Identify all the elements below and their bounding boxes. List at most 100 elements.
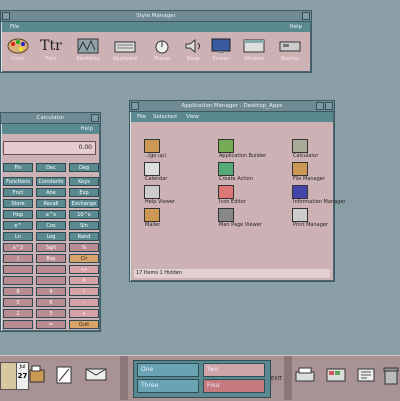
menu-selected[interactable]: Selected: [153, 112, 177, 122]
calc-key-13-1[interactable]: =: [36, 320, 66, 329]
calc-key-5-1[interactable]: Log: [36, 232, 66, 241]
style-keyboard-button[interactable]: Keyboard: [110, 38, 140, 72]
minimize-button[interactable]: [316, 102, 324, 110]
calc-key-7-2[interactable]: Clr: [69, 254, 99, 263]
calc-key-7-0[interactable]: ): [3, 254, 33, 263]
font-icon: Ttr: [40, 38, 62, 54]
printer-icon: [292, 208, 308, 222]
app-manager-icon[interactable]: [355, 366, 377, 384]
calc-key-3-1[interactable]: e^x: [36, 210, 66, 219]
app-manager-titlebar[interactable]: Application Manager - Desktop_Apps: [130, 101, 334, 112]
calc-key-12-1[interactable]: 3: [36, 309, 66, 318]
app-item-6[interactable]: Help Viewer: [136, 185, 208, 207]
style-startup-button[interactable]: Startup: [275, 38, 305, 72]
app-item-7[interactable]: Icon Editor: [210, 185, 282, 207]
calc-key-2-0[interactable]: Store: [3, 199, 33, 208]
file-manager-icon[interactable]: [28, 364, 46, 386]
style-manager-icon[interactable]: [325, 366, 347, 384]
calc-key-6-1[interactable]: Sqrt: [36, 243, 66, 252]
calc-key-1-2[interactable]: Exp: [69, 188, 99, 197]
calc-key-4-1[interactable]: Cos: [36, 221, 66, 230]
calc-key-9-2[interactable]: X: [69, 276, 99, 285]
calc-key-8-0[interactable]: [3, 265, 33, 274]
calc-key-1-1[interactable]: Ahe: [36, 188, 66, 197]
workspace-four-button[interactable]: Four: [203, 379, 265, 393]
menu-file[interactable]: File: [10, 22, 19, 32]
workspace-one-button[interactable]: One: [137, 363, 199, 377]
app-item-1[interactable]: Application Builder: [210, 139, 282, 161]
workspace-two-button[interactable]: Two: [203, 363, 265, 377]
calculator-menu-help[interactable]: Help: [80, 124, 93, 134]
mailer-icon: [144, 208, 160, 222]
folder-up-icon: [144, 139, 160, 153]
printer-icon[interactable]: [294, 366, 316, 384]
calc-mode-2[interactable]: Deg: [69, 163, 99, 172]
minimize-button[interactable]: [302, 12, 310, 20]
calc-key-13-0[interactable]: [3, 320, 33, 329]
style-mouse-button[interactable]: Mouse: [147, 38, 177, 72]
calc-key-13-2[interactable]: Quit: [69, 320, 99, 329]
calc-key-11-0[interactable]: 5: [3, 298, 33, 307]
window-icon: [243, 39, 265, 53]
backdrop-icon: [77, 38, 99, 54]
style-screen-button[interactable]: Screen: [206, 38, 236, 72]
calc-key-6-2[interactable]: %: [69, 243, 99, 252]
menu-view[interactable]: View: [186, 112, 199, 122]
calculator-icon: [292, 139, 308, 153]
calc-key-3-0[interactable]: Hop: [3, 210, 33, 219]
app-item-9[interactable]: Mailer: [136, 208, 208, 230]
maximize-button[interactable]: [91, 114, 99, 122]
calc-key-1-0[interactable]: Fnct: [3, 188, 33, 197]
calc-key-12-2[interactable]: +: [69, 309, 99, 318]
calc-key-10-1[interactable]: 9: [36, 287, 66, 296]
calc-mode-0[interactable]: Fin: [3, 163, 33, 172]
calc-key-10-0[interactable]: 8: [3, 287, 33, 296]
text-editor-icon[interactable]: [55, 364, 73, 386]
app-item-5[interactable]: File Manager: [284, 162, 356, 184]
style-beep-button[interactable]: Beep: [178, 38, 208, 72]
calc-key-6-0[interactable]: x^2: [3, 243, 33, 252]
calc-key-9-1[interactable]: [36, 276, 66, 285]
app-item-8[interactable]: Information Manager: [284, 185, 356, 207]
icon-editor-icon: [218, 185, 234, 199]
mailer-icon[interactable]: [85, 366, 107, 382]
app-item-4[interactable]: Create Action: [210, 162, 282, 184]
calc-key-2-2[interactable]: Exchange: [69, 199, 99, 208]
calc-key-10-2[interactable]: /: [69, 287, 99, 296]
front-panel-left-control[interactable]: [0, 362, 17, 390]
menu-help[interactable]: Help: [289, 22, 302, 32]
calculator-titlebar[interactable]: Calculator: [1, 113, 100, 124]
calc-key-0-1[interactable]: Constants: [36, 177, 66, 186]
calc-key-7-1[interactable]: Bsp: [36, 254, 66, 263]
calc-mode-1[interactable]: Dec: [36, 163, 66, 172]
style-color-button[interactable]: Color: [3, 38, 33, 72]
calc-key-4-0[interactable]: e^: [3, 221, 33, 230]
app-item-2[interactable]: Calculator: [284, 139, 356, 161]
calc-key-0-2[interactable]: Keys: [69, 177, 99, 186]
exit-button[interactable]: EXIT: [271, 376, 282, 382]
calc-key-11-1[interactable]: 6: [36, 298, 66, 307]
calc-key-3-2[interactable]: 10^x: [69, 210, 99, 219]
trash-icon[interactable]: [382, 364, 400, 386]
calc-key-0-0[interactable]: Functions: [3, 177, 33, 186]
app-item-10[interactable]: Man Page Viewer: [210, 208, 282, 230]
calc-key-8-2[interactable]: +/-: [69, 265, 99, 274]
calc-key-2-1[interactable]: Recall: [36, 199, 66, 208]
calc-key-5-0[interactable]: Ln: [3, 232, 33, 241]
calc-key-9-0[interactable]: [3, 276, 33, 285]
calc-key-11-2[interactable]: -: [69, 298, 99, 307]
style-backdrop-button[interactable]: Backdrop: [73, 38, 103, 72]
style-manager-titlebar[interactable]: Style Manager: [1, 11, 311, 22]
calc-key-4-2[interactable]: Sin: [69, 221, 99, 230]
menu-file[interactable]: File: [137, 112, 146, 122]
calc-key-12-0[interactable]: 2: [3, 309, 33, 318]
calc-key-8-1[interactable]: [36, 265, 66, 274]
app-item-0[interactable]: ..(go up): [136, 139, 208, 161]
style-font-button[interactable]: Ttr Font: [36, 38, 66, 72]
maximize-button[interactable]: [325, 102, 333, 110]
app-item-11[interactable]: Print Manager: [284, 208, 356, 230]
app-item-3[interactable]: Calendar: [136, 162, 208, 184]
workspace-three-button[interactable]: Three: [137, 379, 199, 393]
calc-key-5-2[interactable]: Rand: [69, 232, 99, 241]
style-window-button[interactable]: Window: [239, 38, 269, 72]
